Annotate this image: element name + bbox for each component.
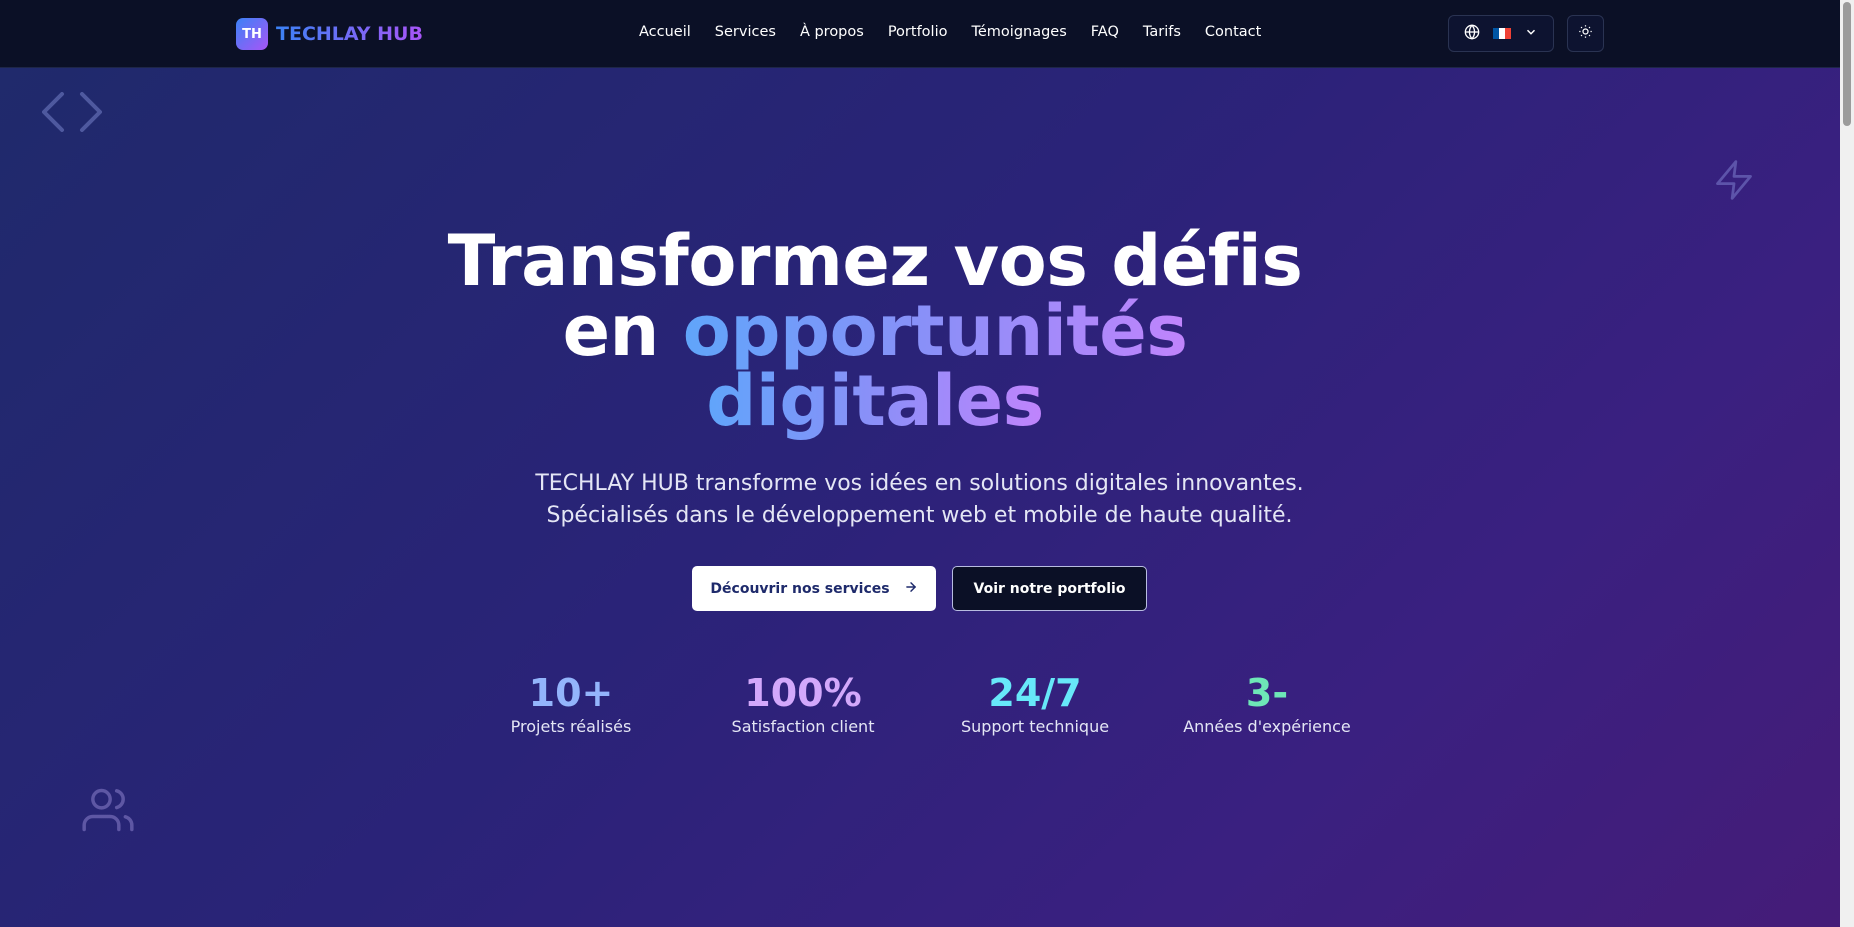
sun-icon bbox=[1578, 24, 1593, 43]
nav-link-accueil[interactable]: Accueil bbox=[639, 24, 691, 40]
stat-value: 24/7 bbox=[988, 671, 1082, 715]
nav-link-contact[interactable]: Contact bbox=[1205, 24, 1261, 40]
hero-title: Transformez vos défis en opportunités di… bbox=[440, 226, 1310, 436]
stat-value: 100% bbox=[744, 671, 862, 715]
brand-name: TECHLAY HUB bbox=[276, 23, 423, 45]
chevron-down-icon bbox=[1524, 24, 1538, 43]
stat-projects: 10+ Projets réalisés bbox=[476, 670, 666, 736]
nav-link-a-propos[interactable]: À propos bbox=[800, 24, 864, 40]
hero-title-line3: digitales bbox=[706, 360, 1044, 442]
stat-label: Projets réalisés bbox=[510, 717, 632, 736]
nav-link-tarifs[interactable]: Tarifs bbox=[1143, 24, 1181, 40]
discover-services-label: Découvrir nos services bbox=[710, 580, 890, 597]
nav-link-faq[interactable]: FAQ bbox=[1091, 24, 1119, 40]
stat-label: Support technique bbox=[960, 717, 1110, 736]
nav-link-temoignages[interactable]: Témoignages bbox=[971, 24, 1066, 40]
globe-icon bbox=[1464, 23, 1480, 44]
stat-label: Satisfaction client bbox=[731, 717, 875, 736]
nav-link-services[interactable]: Services bbox=[715, 24, 776, 40]
stat-label: Années d'expérience bbox=[1183, 717, 1351, 736]
navbar: TH TECHLAY HUB Accueil Services À propos… bbox=[0, 0, 1840, 68]
stat-support: 24/7 Support technique bbox=[940, 670, 1130, 736]
scrollbar-thumb[interactable] bbox=[1843, 2, 1851, 126]
hero-subtitle: TECHLAY HUB transforme vos idées en solu… bbox=[535, 471, 1304, 528]
page-scrollbar[interactable] bbox=[1840, 0, 1854, 927]
code-icon bbox=[40, 90, 104, 138]
nav-links: Accueil Services À propos Portfolio Témo… bbox=[639, 24, 1285, 40]
french-flag-icon bbox=[1493, 28, 1511, 39]
nav-link-portfolio[interactable]: Portfolio bbox=[888, 24, 948, 40]
stat-value: 10+ bbox=[528, 671, 614, 715]
theme-toggle-button[interactable] bbox=[1567, 15, 1604, 52]
stat-satisfaction: 100% Satisfaction client bbox=[708, 670, 898, 736]
logo-mark: TH bbox=[236, 18, 268, 50]
language-selector[interactable] bbox=[1448, 15, 1554, 52]
view-portfolio-button[interactable]: Voir notre portfolio bbox=[952, 566, 1147, 611]
hero-title-prefix: en bbox=[562, 290, 683, 372]
arrow-right-icon bbox=[904, 580, 918, 598]
stat-value: 3- bbox=[1245, 671, 1289, 715]
brand-logo[interactable]: TH TECHLAY HUB bbox=[236, 18, 423, 50]
users-icon bbox=[80, 784, 136, 840]
stat-experience: 3- Années d'expérience bbox=[1172, 670, 1362, 736]
zap-icon bbox=[1712, 156, 1756, 208]
view-portfolio-label: Voir notre portfolio bbox=[973, 580, 1126, 597]
discover-services-button[interactable]: Découvrir nos services bbox=[692, 566, 936, 611]
